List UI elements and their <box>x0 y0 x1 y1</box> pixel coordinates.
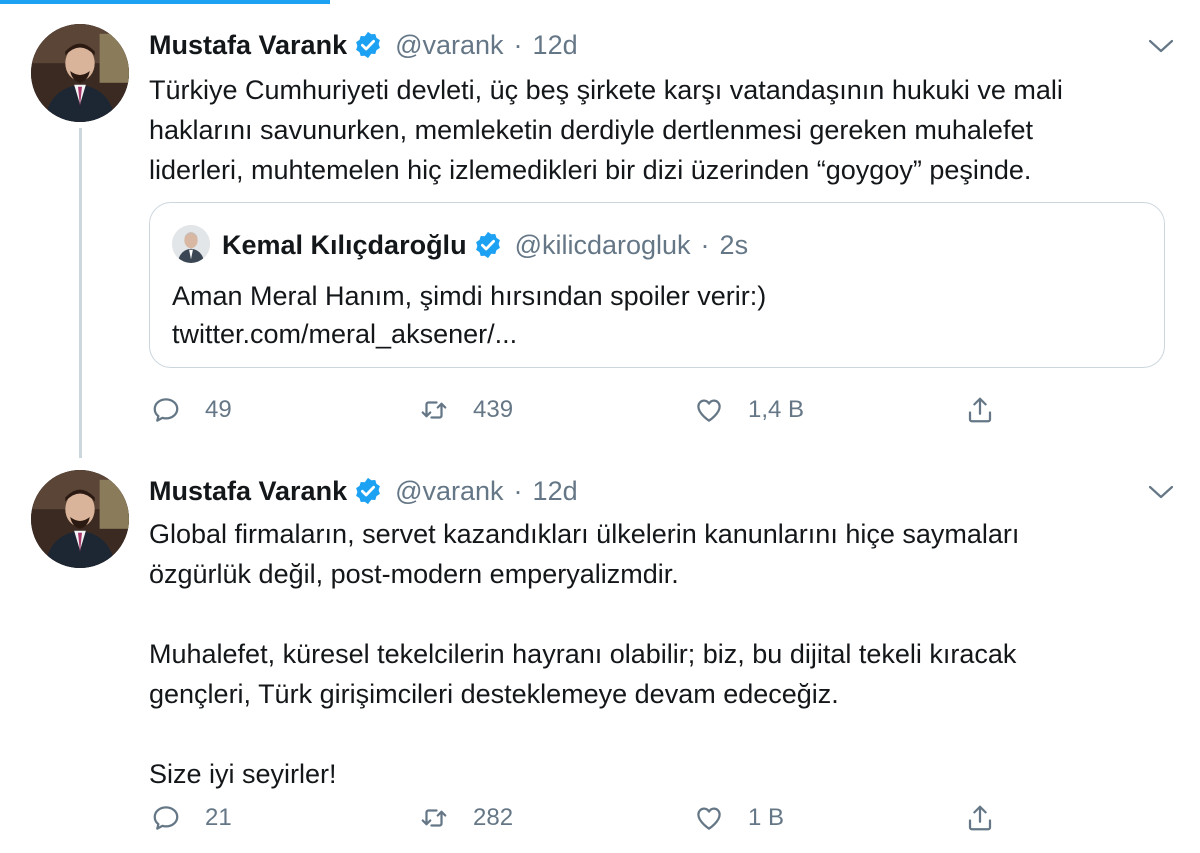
tweet-text: Global firmaların, servet kazandıkları ü… <box>149 519 1020 789</box>
separator-dot: · <box>700 229 710 260</box>
retweet-button[interactable]: 439 <box>419 390 513 430</box>
quoted-author-name[interactable]: Kemal Kılıçdaroğlu <box>222 230 467 261</box>
separator-dot: · <box>513 29 523 60</box>
avatar[interactable] <box>31 470 129 568</box>
reply-button[interactable]: 49 <box>151 390 232 430</box>
quoted-avatar[interactable] <box>172 225 210 263</box>
tweet-header: Mustafa Varank @varank · 12d <box>149 472 578 510</box>
tweet-timestamp[interactable]: 12d <box>533 476 578 507</box>
retweet-count: 439 <box>473 396 514 423</box>
author-name[interactable]: Mustafa Varank <box>149 476 347 507</box>
tweet-header: Mustafa Varank @varank · 12d <box>149 26 578 64</box>
quoted-author-handle[interactable]: @kilicdarogluk <box>515 230 691 261</box>
retweet-icon <box>421 809 447 827</box>
author-handle[interactable]: @varank <box>395 30 503 61</box>
verified-badge-icon <box>353 30 383 60</box>
share-button[interactable] <box>965 798 995 838</box>
tweet[interactable]: Mustafa Varank @varank · 12d Türkiye Cum… <box>0 0 1200 458</box>
verified-badge-icon <box>353 476 383 506</box>
retweet-button[interactable]: 282 <box>419 798 513 838</box>
tweet-actions: 21 282 1 B <box>149 798 1009 838</box>
retweet-count: 282 <box>473 804 514 831</box>
quoted-tweet[interactable]: Kemal Kılıçdaroğlu @kilicdarogluk · 2s A… <box>149 202 1165 368</box>
author-handle[interactable]: @varank <box>395 476 503 507</box>
quoted-tweet-header: Kemal Kılıçdaroğlu @kilicdarogluk · 2s <box>222 225 748 265</box>
reply-icon <box>153 398 179 422</box>
tweet-text: Türkiye Cumhuriyeti devleti, üç beş şirk… <box>149 75 1063 185</box>
heart-icon <box>697 807 721 830</box>
tweet[interactable]: Mustafa Varank @varank · 12d Global firm… <box>0 458 1200 853</box>
separator-dot: · <box>513 475 523 506</box>
share-icon <box>968 397 992 423</box>
like-count: 1,4 B <box>748 396 805 423</box>
chevron-down-icon[interactable] <box>1148 38 1174 54</box>
quoted-tweet-text: Aman Meral Hanım, şimdi hırsından spoile… <box>172 281 767 349</box>
share-button[interactable] <box>965 390 995 430</box>
reply-button[interactable]: 21 <box>151 798 232 838</box>
share-icon <box>968 805 992 831</box>
reply-count: 49 <box>205 396 232 423</box>
like-count: 1 B <box>748 804 785 831</box>
heart-icon <box>697 399 721 422</box>
tweet-actions: 49 439 1,4 B <box>149 390 1009 430</box>
reply-count: 21 <box>205 804 232 831</box>
author-name[interactable]: Mustafa Varank <box>149 30 347 61</box>
like-button[interactable]: 1 B <box>694 798 784 838</box>
quoted-tweet-timestamp[interactable]: 2s <box>720 230 749 261</box>
chevron-down-icon[interactable] <box>1148 484 1174 500</box>
reply-icon <box>153 806 179 830</box>
tweet-timestamp[interactable]: 12d <box>533 30 578 61</box>
avatar[interactable] <box>31 24 129 122</box>
like-button[interactable]: 1,4 B <box>694 390 804 430</box>
verified-badge-icon <box>473 230 503 260</box>
retweet-icon <box>421 401 447 419</box>
